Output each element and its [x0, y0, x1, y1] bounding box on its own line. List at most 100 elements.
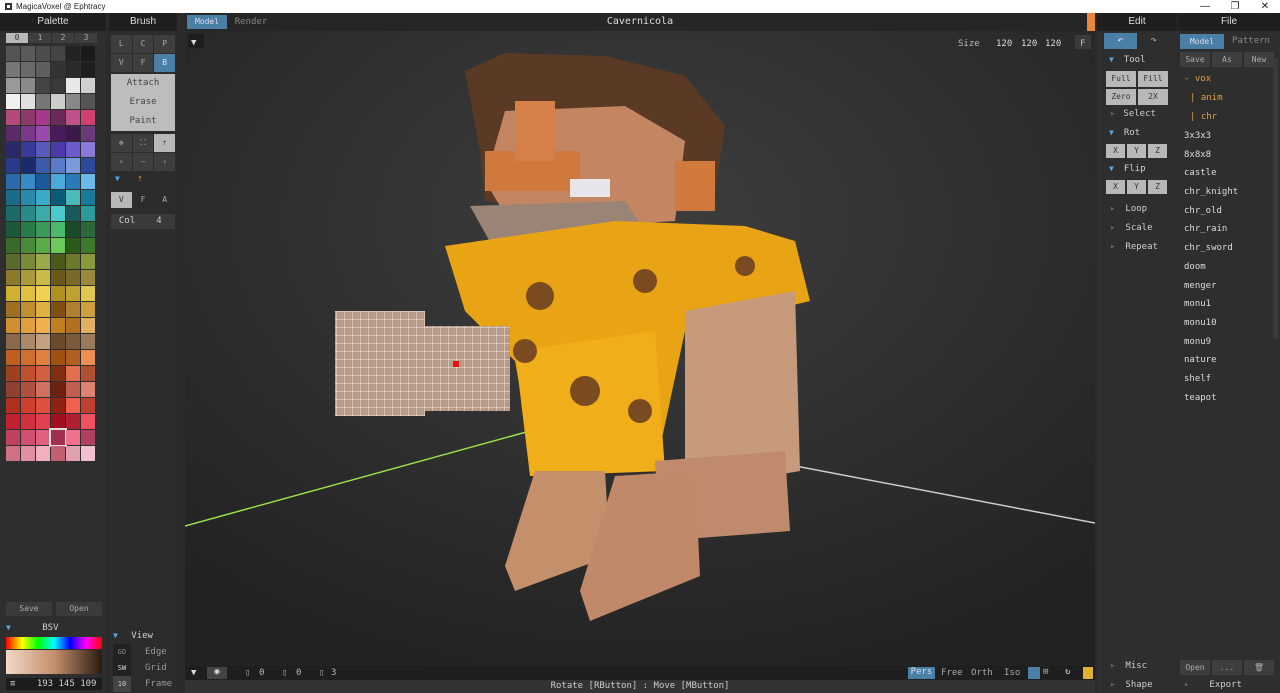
palette-swatch[interactable]	[66, 78, 80, 93]
rot-label[interactable]: Rot	[1124, 128, 1140, 138]
palette-swatch[interactable]	[81, 206, 95, 221]
flip-x-button[interactable]: X	[1106, 180, 1125, 194]
brush-face-button[interactable]: F	[132, 54, 154, 72]
palette-swatch[interactable]	[6, 430, 20, 445]
pin-tool-icon[interactable]: ⇡	[154, 134, 176, 152]
shape-label[interactable]: Shape	[1125, 680, 1152, 690]
palette-swatch[interactable]	[81, 270, 95, 285]
palette-swatch[interactable]	[36, 190, 50, 205]
palette-swatch[interactable]	[51, 174, 65, 189]
axis-f-button[interactable]: F	[132, 192, 154, 208]
palette-swatch[interactable]	[51, 94, 65, 109]
palette-swatch[interactable]	[81, 350, 95, 365]
palette-swatch[interactable]	[6, 206, 20, 221]
view-free-button[interactable]: Free	[941, 668, 963, 678]
palette-swatch[interactable]	[51, 46, 65, 61]
palette-swatch[interactable]	[51, 78, 65, 93]
tool-label[interactable]: Tool	[1124, 55, 1146, 65]
palette-swatch[interactable]	[36, 414, 50, 429]
flip-y-button[interactable]: Y	[1127, 180, 1146, 194]
brush-pattern-button[interactable]: P	[154, 35, 176, 53]
export-label[interactable]: Export	[1209, 680, 1242, 690]
zero-button[interactable]: Zero	[1106, 89, 1136, 105]
palette-swatch[interactable]	[66, 62, 80, 77]
palette-swatch[interactable]	[81, 46, 95, 61]
color-mode-label[interactable]: BSV	[42, 623, 58, 633]
frame-size-field[interactable]: 10	[113, 676, 131, 692]
palette-swatch[interactable]	[66, 302, 80, 317]
palette-swatch[interactable]	[6, 254, 20, 269]
palette-swatch[interactable]	[21, 430, 35, 445]
double-button[interactable]: 2X	[1138, 89, 1168, 105]
palette-swatch[interactable]	[36, 46, 50, 61]
file-list-item[interactable]: 8x8x8	[1184, 146, 1280, 165]
sw-toggle[interactable]: SW	[113, 660, 131, 676]
palette-swatch[interactable]	[36, 270, 50, 285]
tree-item-anim[interactable]: | anim	[1184, 89, 1280, 108]
shape-triangle-icon[interactable]: ▸	[1110, 680, 1115, 690]
palette-swatch[interactable]	[21, 78, 35, 93]
palette-swatch[interactable]	[6, 94, 20, 109]
palette-swatch[interactable]	[51, 158, 65, 173]
palette-swatch[interactable]	[51, 318, 65, 333]
palette-swatch[interactable]	[6, 318, 20, 333]
bottom-field-2[interactable]: 3	[331, 668, 336, 678]
palette-swatch[interactable]	[21, 318, 35, 333]
view-orth-button[interactable]: Orth	[971, 668, 993, 678]
palette-tab-1[interactable]: 1	[29, 33, 51, 43]
axis-v-button[interactable]: V	[111, 192, 132, 208]
palette-swatch[interactable]	[51, 190, 65, 205]
color-picker-gradient[interactable]	[6, 650, 102, 674]
fill-button[interactable]: Fill	[1138, 71, 1168, 87]
flip-label[interactable]: Flip	[1124, 164, 1146, 174]
file-list-item[interactable]: castle	[1184, 164, 1280, 183]
grid-toggle[interactable]: Grid	[145, 660, 167, 676]
palette-swatch[interactable]	[81, 174, 95, 189]
size-y[interactable]: 120	[1021, 39, 1037, 49]
palette-swatch[interactable]	[21, 446, 35, 461]
edge-toggle[interactable]: Edge	[145, 644, 167, 660]
palette-swatch[interactable]	[81, 94, 95, 109]
rgb-field[interactable]: ≡ 193 145 109	[6, 678, 102, 690]
palette-swatch[interactable]	[21, 206, 35, 221]
palette-swatch[interactable]	[51, 110, 65, 125]
palette-swatch[interactable]	[81, 254, 95, 269]
palette-swatch[interactable]	[81, 430, 95, 445]
palette-swatch[interactable]	[36, 126, 50, 141]
palette-swatch[interactable]	[81, 302, 95, 317]
frame-toggle[interactable]: Frame	[145, 676, 172, 692]
palette-swatch[interactable]	[36, 366, 50, 381]
rot-y-button[interactable]: Y	[1127, 144, 1146, 158]
palette-swatch[interactable]	[51, 238, 65, 253]
brush-box-button[interactable]: B	[154, 54, 176, 72]
collapse-triangle-icon[interactable]: ▼	[115, 174, 120, 183]
palette-swatch[interactable]	[6, 62, 20, 77]
close-button[interactable]: ✕	[1250, 1, 1280, 12]
file-list-item[interactable]: doom	[1184, 258, 1280, 277]
palette-swatch[interactable]	[66, 142, 80, 157]
rot-z-button[interactable]: Z	[1148, 144, 1167, 158]
file-list-item[interactable]: monu1	[1184, 295, 1280, 314]
hue-slider[interactable]	[6, 637, 102, 649]
palette-swatch[interactable]	[81, 142, 95, 157]
trash-icon[interactable]: 🗑	[1244, 660, 1274, 675]
palette-swatch[interactable]	[21, 190, 35, 205]
palette-swatch[interactable]	[81, 414, 95, 429]
loop-triangle-icon[interactable]: ▸	[1110, 204, 1115, 214]
view-pers-button[interactable]: Pers	[908, 667, 935, 679]
palette-swatch[interactable]	[21, 254, 35, 269]
file-open-button[interactable]: Open	[1180, 660, 1210, 675]
full-button[interactable]: Full	[1106, 71, 1136, 87]
palette-swatch[interactable]	[36, 286, 50, 301]
palette-swatch[interactable]	[66, 190, 80, 205]
palette-swatch[interactable]	[81, 318, 95, 333]
file-list-item[interactable]: monu9	[1184, 333, 1280, 352]
gd-toggle[interactable]: GD	[113, 644, 131, 660]
palette-swatch[interactable]	[21, 414, 35, 429]
bottom-field-0[interactable]: 0	[259, 668, 264, 678]
tab-render[interactable]: Render	[231, 15, 271, 29]
palette-swatch[interactable]	[6, 238, 20, 253]
view-iso-button[interactable]: Iso	[1004, 668, 1020, 678]
palette-tab-0[interactable]: 0	[6, 33, 28, 43]
file-list-item[interactable]: chr_old	[1184, 202, 1280, 221]
